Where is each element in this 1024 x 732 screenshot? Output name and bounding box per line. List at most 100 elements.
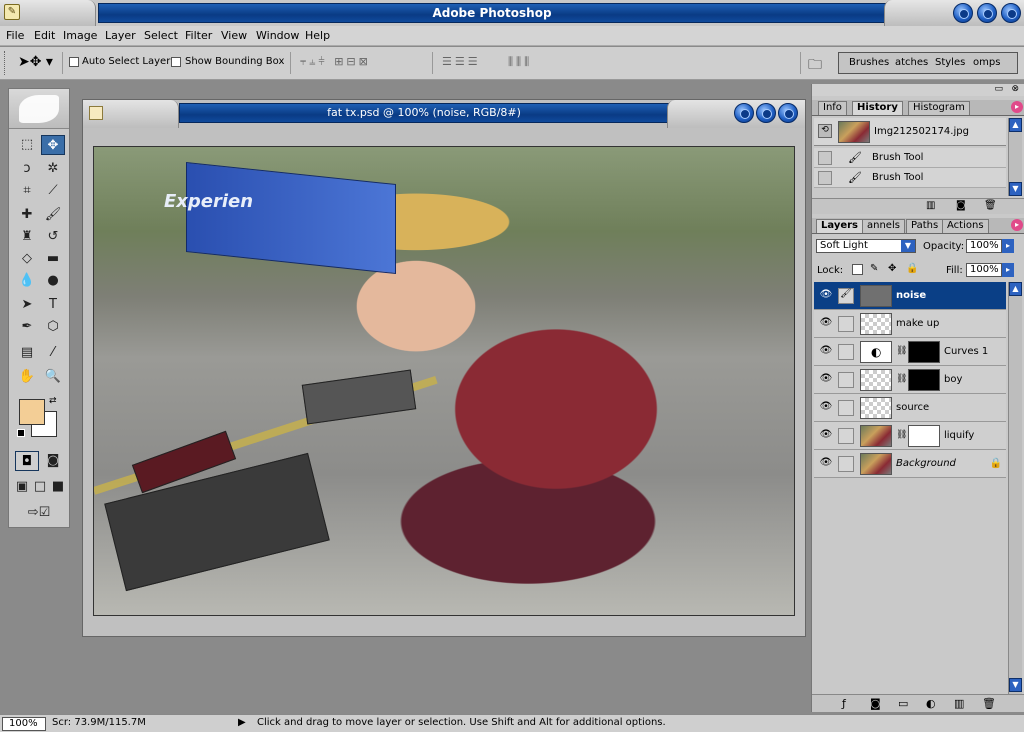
history-snapshot[interactable]: ⟲ Img212502174.jpg — [814, 118, 1006, 146]
chain-link-icon[interactable]: ⛓ — [896, 374, 907, 384]
path-select-icon[interactable]: ➤ — [15, 295, 39, 315]
chain-link-icon[interactable]: ⛓ — [896, 430, 907, 440]
menu-layer[interactable]: Layer — [105, 29, 136, 42]
layer-row[interactable]: 👁 ◐ ⛓ Curves 1 — [814, 338, 1006, 366]
menu-view[interactable]: View — [221, 29, 247, 42]
history-brush-icon[interactable]: ↺ — [41, 227, 65, 247]
new-snapshot-icon[interactable]: ◙ — [956, 200, 966, 211]
tab-paths[interactable]: Paths — [906, 219, 944, 233]
tab-channels[interactable]: annels — [862, 219, 905, 233]
brush-lock-icon[interactable]: 🖌 — [838, 288, 854, 304]
bounding-box-checkbox[interactable] — [171, 57, 181, 67]
link-box[interactable] — [838, 316, 854, 332]
doc-maximize-icon[interactable] — [756, 103, 776, 123]
visibility-eye-icon[interactable]: 👁 — [818, 289, 834, 301]
close-icon[interactable] — [1001, 3, 1021, 23]
quick-mask-icon[interactable]: ◙ — [41, 451, 65, 471]
swap-colors-icon[interactable]: ⇄ — [49, 396, 57, 406]
shape-tool-icon[interactable]: ⬡ — [41, 317, 65, 337]
fill-slider-icon[interactable]: ▸ — [1002, 263, 1014, 277]
default-colors-icon[interactable] — [17, 429, 25, 437]
menu-help[interactable]: Help — [305, 29, 330, 42]
magic-wand-icon[interactable]: ✲ — [41, 159, 65, 179]
layer-row[interactable]: 👁 make up — [814, 310, 1006, 338]
healing-brush-icon[interactable]: ✚ — [15, 205, 39, 225]
foreground-color-swatch[interactable] — [19, 399, 45, 425]
brush-tool-icon[interactable]: 🖌 — [41, 205, 65, 225]
layer-row[interactable]: 👁 ⛓ liquify — [814, 422, 1006, 450]
tab-histogram[interactable]: Histogram — [908, 101, 970, 115]
palette-well-swatches[interactable]: atches — [895, 57, 928, 68]
pen-tool-icon[interactable]: ✒ — [15, 317, 39, 337]
eyedropper-icon[interactable]: ⁄ — [41, 343, 65, 363]
delete-layer-icon[interactable]: 🗑 — [982, 697, 996, 710]
link-box[interactable] — [838, 428, 854, 444]
jump-to-imageready-icon[interactable]: ⇨☑ — [15, 503, 63, 523]
menu-file[interactable]: File — [6, 29, 24, 42]
lock-pixels-icon[interactable]: ✎ — [870, 263, 878, 274]
doc-close-icon[interactable] — [778, 103, 798, 123]
tab-history[interactable]: History — [852, 101, 903, 115]
layer-row[interactable]: 👁 source — [814, 394, 1006, 422]
screen-mode-full-icon[interactable]: ■ — [49, 477, 67, 497]
screen-mode-full-menu-icon[interactable]: □ — [31, 477, 49, 497]
menu-window[interactable]: Window — [256, 29, 299, 42]
scroll-down-icon[interactable]: ▼ — [1009, 678, 1022, 692]
screen-mode-standard-icon[interactable]: ▣ — [13, 477, 31, 497]
notes-tool-icon[interactable]: ▤ — [15, 343, 39, 363]
visibility-eye-icon[interactable]: 👁 — [818, 429, 834, 441]
history-scrollbar[interactable]: ▲ ▼ — [1008, 118, 1022, 196]
doc-minimize-icon[interactable] — [734, 103, 754, 123]
standard-mode-icon[interactable]: ◘ — [15, 451, 39, 471]
type-tool-icon[interactable]: T — [41, 295, 65, 315]
history-menu-icon[interactable]: ▸ — [1011, 101, 1023, 113]
link-box[interactable] — [838, 372, 854, 388]
auto-select-checkbox[interactable] — [69, 57, 79, 67]
fill-field[interactable]: 100% — [966, 263, 1002, 277]
slice-tool-icon[interactable]: ⟋ — [41, 181, 65, 201]
tab-layers[interactable]: Layers — [816, 219, 863, 233]
history-item[interactable]: 🖌 Brush Tool — [814, 168, 1006, 188]
document-title-bar[interactable]: fat tx.psd @ 100% (noise, RGB/8#) — [179, 103, 669, 123]
tab-info[interactable]: Info — [818, 101, 847, 115]
toolbox-header[interactable] — [9, 89, 69, 129]
visibility-eye-icon[interactable]: 👁 — [818, 457, 834, 469]
palette-well-brushes[interactable]: Brushes — [849, 57, 889, 68]
link-box[interactable] — [838, 344, 854, 360]
palette-well-comps[interactable]: omps — [973, 57, 1000, 68]
new-layer-icon[interactable]: ▥ — [954, 697, 964, 710]
align-buttons-icon[interactable]: ⫧⫨⫩ ⊞⊟⊠ — [300, 55, 371, 71]
menu-edit[interactable]: Edit — [34, 29, 55, 42]
scroll-down-icon[interactable]: ▼ — [1009, 182, 1022, 196]
maximize-icon[interactable] — [977, 3, 997, 23]
opacity-field[interactable]: 100% — [966, 239, 1002, 253]
layers-menu-icon[interactable]: ▸ — [1011, 219, 1023, 231]
document-canvas[interactable]: Experien — [93, 146, 795, 616]
history-item[interactable]: 🖌 Brush Tool — [814, 148, 1006, 168]
distribute-horizontal-icon[interactable]: ⫼⫼⫼ — [508, 55, 532, 71]
opacity-slider-icon[interactable]: ▸ — [1002, 239, 1014, 253]
visibility-eye-icon[interactable]: 👁 — [818, 345, 834, 357]
move-tool-preset-icon[interactable]: ➤✥ ▾ — [18, 54, 58, 72]
new-document-icon[interactable]: ▥ — [926, 200, 935, 211]
scroll-up-icon[interactable]: ▲ — [1009, 282, 1022, 296]
dodge-tool-icon[interactable]: ● — [41, 271, 65, 291]
lasso-tool-icon[interactable]: ↄ — [15, 159, 39, 179]
lock-position-icon[interactable]: ✥ — [888, 263, 896, 274]
history-source-box[interactable] — [818, 171, 832, 185]
menu-select[interactable]: Select — [144, 29, 178, 42]
lock-all-icon[interactable]: 🔒 — [906, 263, 918, 274]
visibility-eye-icon[interactable]: 👁 — [818, 401, 834, 413]
scroll-up-icon[interactable]: ▲ — [1009, 118, 1022, 132]
move-tool-icon[interactable]: ✥ — [41, 135, 65, 155]
layer-row[interactable]: 👁 Background 🔒 — [814, 450, 1006, 478]
layer-style-icon[interactable]: ƒ — [842, 697, 846, 710]
layers-scrollbar[interactable]: ▲ ▼ — [1008, 282, 1022, 694]
snapshot-source-icon[interactable]: ⟲ — [818, 124, 832, 138]
options-grip[interactable] — [4, 51, 7, 75]
distribute-vertical-icon[interactable]: ☰☰☰ — [442, 55, 481, 71]
add-mask-icon[interactable]: ◙ — [870, 697, 881, 710]
layer-row[interactable]: 👁 🖌 noise — [814, 282, 1006, 310]
hand-tool-icon[interactable]: ✋ — [15, 367, 39, 387]
eraser-tool-icon[interactable]: ◇ — [15, 249, 39, 269]
